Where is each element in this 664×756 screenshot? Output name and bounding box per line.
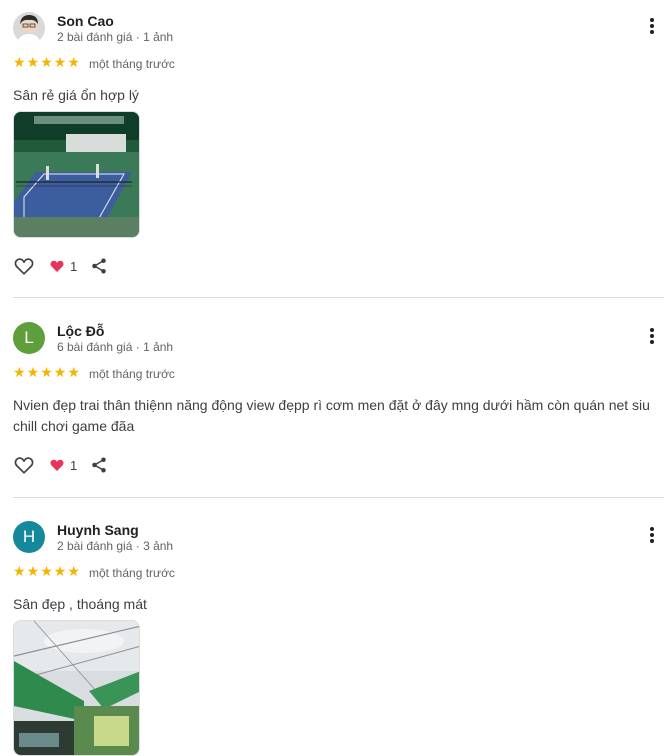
star-icon: ★: [40, 563, 53, 579]
star-rating: ★ ★ ★ ★ ★: [13, 365, 81, 383]
review-photo[interactable]: [13, 111, 140, 238]
share-button[interactable]: [90, 257, 108, 275]
more-options-button[interactable]: [640, 14, 664, 38]
star-icon: ★: [13, 54, 26, 70]
star-icon: ★: [13, 364, 26, 380]
star-icon: ★: [40, 364, 53, 380]
reviewer-name[interactable]: Son Cao: [57, 13, 114, 29]
star-icon: ★: [53, 364, 67, 380]
more-vert-icon: [650, 328, 654, 344]
star-icon: ★: [67, 563, 80, 579]
review-text: Sân đẹp , thoáng mát: [13, 596, 147, 612]
reaction-icon: [49, 258, 65, 274]
like-button[interactable]: [13, 454, 35, 476]
star-icon: ★: [26, 563, 40, 579]
share-icon: [92, 258, 106, 274]
share-button[interactable]: [90, 456, 108, 474]
review-text: Sân rẻ giá ổn hợp lý: [13, 87, 139, 103]
star-icon: ★: [67, 364, 80, 380]
like-button[interactable]: [13, 255, 35, 277]
review-text: Nvien đẹp trai thân thiệnn năng động vie…: [13, 397, 650, 434]
star-icon: ★: [26, 364, 40, 380]
heart-icon: [50, 260, 64, 272]
star-icon: ★: [26, 54, 40, 70]
like-count: 1: [70, 457, 78, 473]
star-rating: ★ ★ ★ ★ ★: [13, 564, 81, 582]
avatar-letter: H: [22, 527, 36, 546]
star-rating: ★ ★ ★ ★ ★: [13, 55, 81, 73]
more-options-button[interactable]: [640, 523, 664, 547]
more-vert-icon: [650, 527, 654, 543]
reviewer-meta: 2 bài đánh giá · 1 ảnh: [57, 30, 174, 44]
avatar[interactable]: H: [13, 521, 45, 553]
review-photo[interactable]: [13, 620, 140, 756]
star-icon: ★: [67, 54, 80, 70]
star-icon: ★: [53, 54, 67, 70]
star-icon: ★: [40, 54, 53, 70]
divider: [13, 497, 664, 498]
reviewer-name[interactable]: Lộc Đỗ: [57, 323, 104, 339]
reviewer-meta: 6 bài đánh giá · 1 ảnh: [57, 340, 174, 354]
review-actions: 1: [13, 454, 108, 476]
heart-icon: [50, 459, 64, 471]
share-icon: [92, 457, 106, 473]
more-options-button[interactable]: [640, 324, 664, 348]
review-date: một tháng trước: [89, 566, 175, 580]
reviewer-meta: 2 bài đánh giá · 3 ảnh: [57, 539, 174, 553]
avatar[interactable]: [13, 12, 45, 44]
review-date: một tháng trước: [89, 367, 175, 381]
star-icon: ★: [13, 563, 26, 579]
reaction-icon: [49, 457, 65, 473]
thumb-heart-outline-icon: [14, 457, 34, 474]
reviewer-name[interactable]: Huynh Sang: [57, 522, 139, 538]
divider: [13, 297, 664, 298]
review-actions: 1: [13, 255, 108, 277]
more-vert-icon: [650, 18, 654, 34]
thumb-heart-outline-icon: [14, 258, 34, 275]
avatar[interactable]: L: [13, 322, 45, 354]
star-icon: ★: [53, 563, 67, 579]
avatar-letter: L: [24, 328, 34, 347]
like-count: 1: [70, 258, 78, 274]
review-date: một tháng trước: [89, 57, 175, 71]
